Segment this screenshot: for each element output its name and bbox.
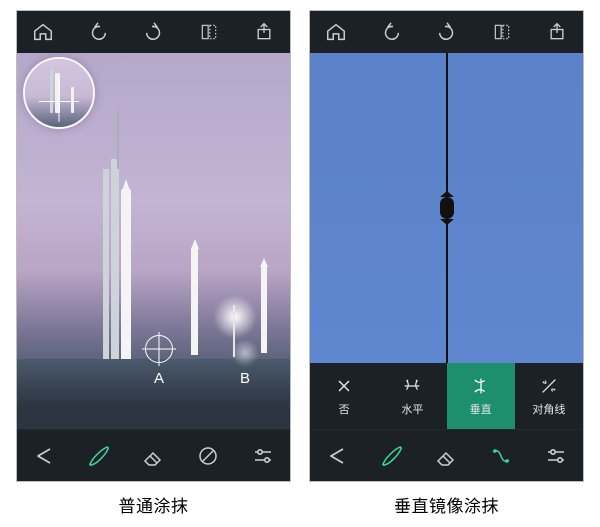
mirror-mode-row: 否 水平 垂直 对角线: [310, 363, 583, 429]
eraser-icon[interactable]: [133, 436, 173, 476]
image-canvas[interactable]: [310, 53, 583, 363]
right-pane: 否 水平 垂直 对角线 垂直镜像涂抹: [309, 10, 584, 517]
left-caption: 普通涂抹: [119, 492, 189, 517]
undo-icon[interactable]: [84, 18, 112, 46]
sliders-icon[interactable]: [243, 436, 283, 476]
brush-icon[interactable]: [79, 436, 119, 476]
horizontal-mirror-icon: [401, 375, 423, 397]
mirror-option-vertical[interactable]: 垂直: [447, 363, 515, 429]
label-b: B: [240, 370, 250, 387]
mirror-option-label: 对角线: [532, 401, 565, 417]
phone-screen-right: 否 水平 垂直 对角线: [309, 10, 584, 482]
right-caption: 垂直镜像涂抹: [394, 492, 499, 517]
home-icon[interactable]: [29, 18, 57, 46]
mirror-option-label: 水平: [401, 401, 423, 417]
share-icon[interactable]: [250, 18, 278, 46]
mirror-crossed-icon[interactable]: [188, 436, 228, 476]
mirror-option-horizontal[interactable]: 水平: [378, 363, 446, 429]
back-arrow-icon[interactable]: [317, 436, 357, 476]
undo-icon[interactable]: [377, 18, 405, 46]
image-canvas[interactable]: A B: [17, 53, 290, 429]
topbar: [17, 11, 290, 53]
cursor-marker-a[interactable]: [145, 335, 173, 363]
home-icon[interactable]: [322, 18, 350, 46]
mirror-option-label: 垂直: [470, 401, 492, 417]
label-a: A: [154, 370, 164, 387]
share-icon[interactable]: [543, 18, 571, 46]
back-arrow-icon[interactable]: [24, 436, 64, 476]
sliders-icon[interactable]: [536, 436, 576, 476]
vertical-mirror-icon: [470, 375, 492, 397]
mirror-option-none[interactable]: 否: [310, 363, 378, 429]
diagonal-mirror-icon: [538, 375, 560, 397]
x-icon: [333, 375, 355, 397]
compare-icon[interactable]: [195, 18, 223, 46]
mirror-option-label: 否: [339, 401, 350, 417]
topbar: [310, 11, 583, 53]
mirror-option-diagonal[interactable]: 对角线: [515, 363, 583, 429]
magnifier-loupe: [23, 57, 95, 129]
redo-icon[interactable]: [140, 18, 168, 46]
bottom-toolbar: [310, 429, 583, 481]
mirror-axis-handle[interactable]: [440, 197, 454, 219]
phone-screen-left: A B: [16, 10, 291, 482]
compare-icon[interactable]: [488, 18, 516, 46]
redo-icon[interactable]: [433, 18, 461, 46]
eraser-icon[interactable]: [426, 436, 466, 476]
left-pane: A B 普通涂抹: [16, 10, 291, 517]
mirror-icon[interactable]: [481, 436, 521, 476]
brush-icon[interactable]: [372, 436, 412, 476]
cursor-marker-b[interactable]: [231, 339, 259, 367]
bottom-toolbar: [17, 429, 290, 481]
